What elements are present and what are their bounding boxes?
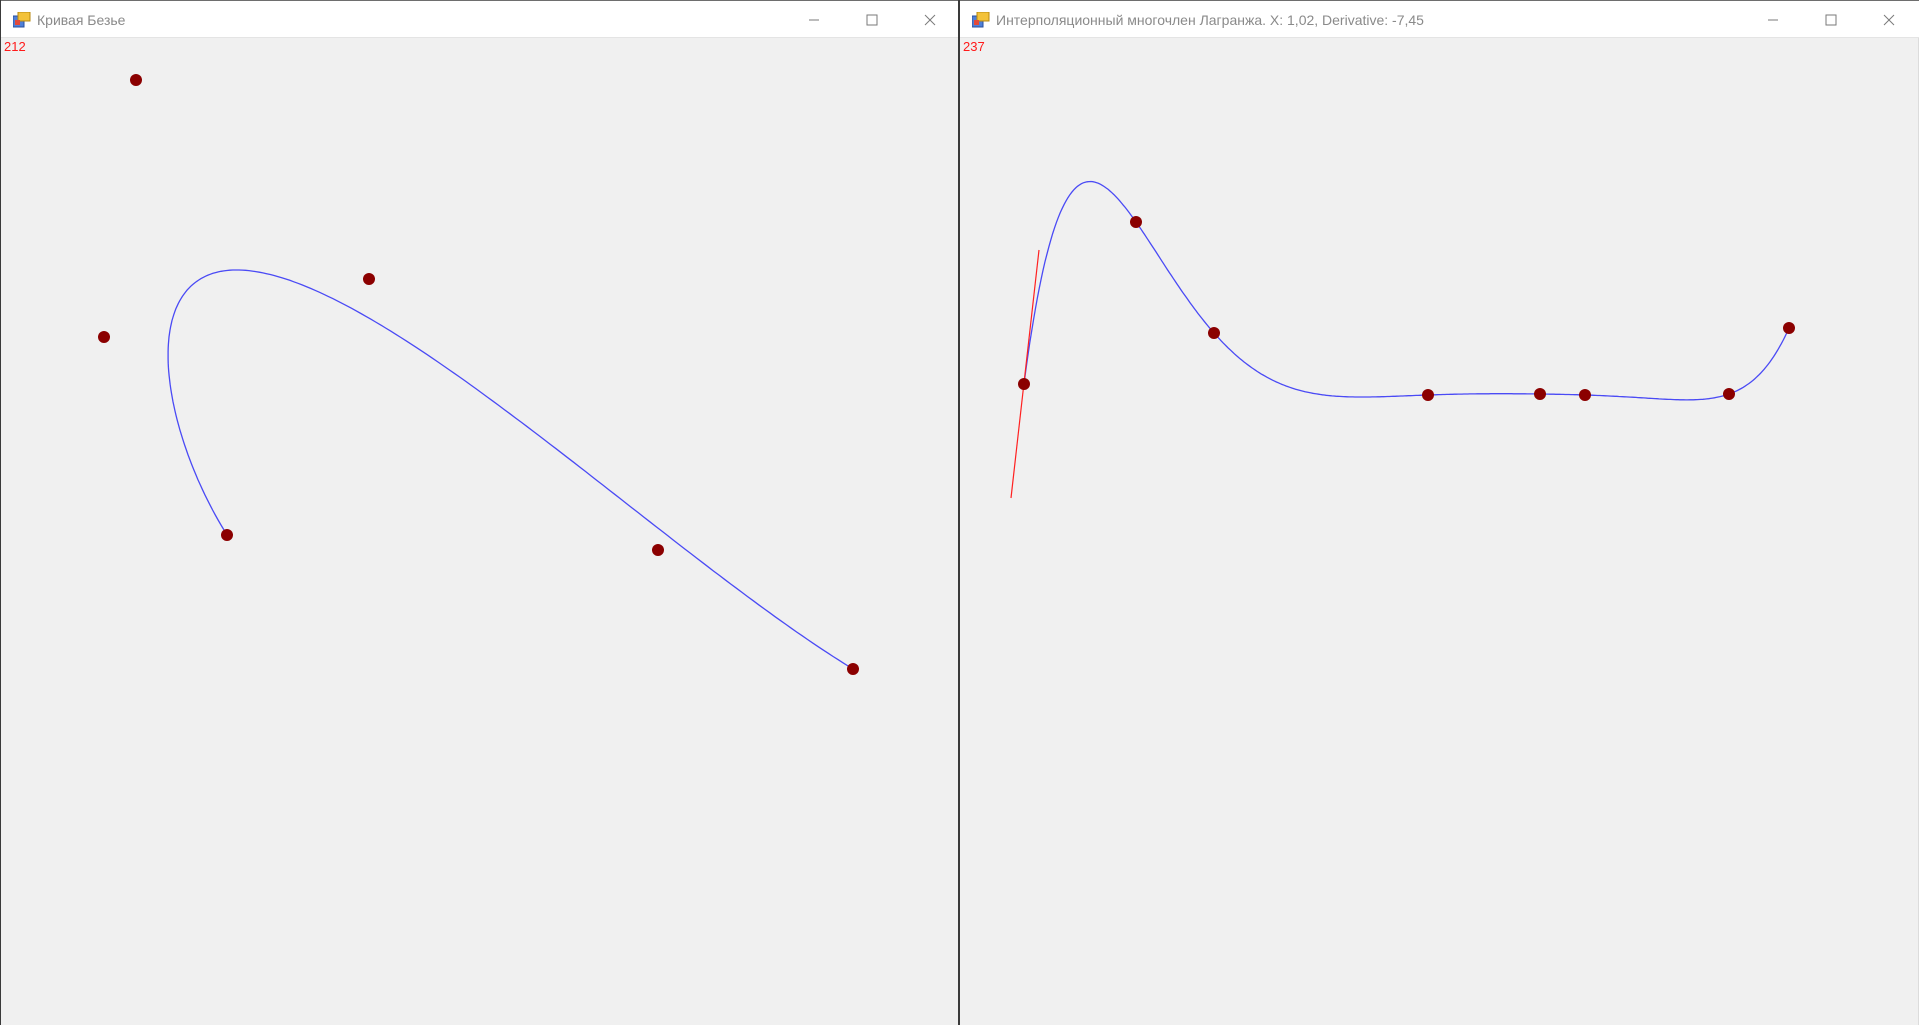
bezier-control-point[interactable] bbox=[363, 273, 375, 285]
lagrange-node[interactable] bbox=[1018, 378, 1030, 390]
lagrange-node[interactable] bbox=[1208, 327, 1220, 339]
bezier-control-point[interactable] bbox=[98, 331, 110, 343]
bezier-control-point[interactable] bbox=[847, 663, 859, 675]
lagrange-window: Интерполяционный многочлен Лагранжа. X: … bbox=[960, 0, 1919, 1025]
lagrange-node[interactable] bbox=[1783, 322, 1795, 334]
bezier-window: Кривая Безье 212 bbox=[0, 0, 960, 1025]
bezier-start-point[interactable] bbox=[221, 529, 233, 541]
lagrange-node[interactable] bbox=[1723, 388, 1735, 400]
lagrange-node[interactable] bbox=[1534, 388, 1546, 400]
lagrange-canvas[interactable] bbox=[960, 0, 1919, 1025]
bezier-curve bbox=[167, 269, 854, 670]
lagrange-node[interactable] bbox=[1579, 389, 1591, 401]
bezier-control-point[interactable] bbox=[652, 544, 664, 556]
bezier-canvas[interactable] bbox=[1, 0, 958, 1025]
lagrange-node[interactable] bbox=[1130, 216, 1142, 228]
bezier-control-point[interactable] bbox=[130, 74, 142, 86]
lagrange-curve bbox=[1023, 180, 1790, 401]
lagrange-node[interactable] bbox=[1422, 389, 1434, 401]
tangent-line bbox=[1010, 249, 1040, 499]
